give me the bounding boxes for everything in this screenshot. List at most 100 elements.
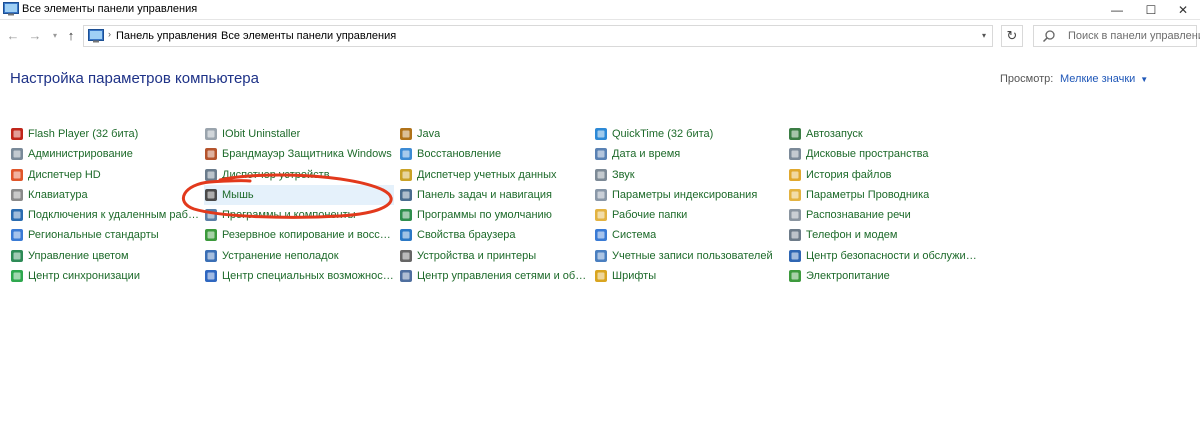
control-panel-item[interactable]: Flash Player (32 бита): [10, 124, 200, 144]
control-panel-item[interactable]: Центр специальных возможностей: [204, 266, 394, 286]
control-panel-item[interactable]: Устранение неполадок: [204, 246, 394, 266]
control-panel-item[interactable]: Автозапуск: [788, 124, 978, 144]
control-panel-item[interactable]: Резервное копирование и восстан...: [204, 225, 394, 245]
control-panel-item-label[interactable]: Звук: [612, 169, 635, 181]
control-panel-item-label[interactable]: Дисковые пространства: [806, 148, 929, 160]
forward-arrow-icon[interactable]: →: [26, 26, 44, 44]
control-panel-item[interactable]: История файлов: [788, 165, 978, 185]
control-panel-item[interactable]: Звук: [594, 165, 784, 185]
breadcrumb-all-items[interactable]: Все элементы панели управления: [221, 30, 396, 42]
control-panel-item[interactable]: Управление цветом: [10, 246, 200, 266]
control-panel-item-label[interactable]: Шрифты: [612, 270, 656, 282]
control-panel-item-label[interactable]: Свойства браузера: [417, 229, 516, 241]
address-bar[interactable]: › Панель управления › Все элементы панел…: [83, 25, 993, 47]
control-panel-item-label[interactable]: Восстановление: [417, 148, 501, 160]
control-panel-item[interactable]: Телефон и модем: [788, 225, 978, 245]
control-panel-item-label[interactable]: Клавиатура: [28, 189, 88, 201]
minimize-button[interactable]: —: [1100, 0, 1134, 20]
control-panel-item[interactable]: Центр безопасности и обслуживан...: [788, 246, 978, 266]
control-panel-item-label[interactable]: История файлов: [806, 169, 892, 181]
view-by-dropdown[interactable]: Мелкие значки ▼: [1060, 73, 1148, 85]
control-panel-item[interactable]: Распознавание речи: [788, 205, 978, 225]
work-folders-icon: [595, 209, 607, 222]
control-panel-item[interactable]: Подключения к удаленным рабоч...: [10, 205, 200, 225]
control-panel-item[interactable]: Диспетчер учетных данных: [399, 165, 589, 185]
control-panel-item[interactable]: Центр синхронизации: [10, 266, 200, 286]
control-panel-item[interactable]: Система: [594, 225, 784, 245]
control-panel-item-label[interactable]: Центр синхронизации: [28, 270, 140, 282]
control-panel-item-label[interactable]: Параметры Проводника: [806, 189, 929, 201]
control-panel-item[interactable]: Администрирование: [10, 144, 200, 164]
control-panel-item-label[interactable]: Система: [612, 229, 656, 241]
control-panel-item[interactable]: Параметры индексирования: [594, 185, 784, 205]
control-panel-item-label[interactable]: Центр специальных возможностей: [222, 270, 394, 282]
address-dropdown-icon[interactable]: ▾: [982, 31, 986, 40]
programs-icon: [205, 209, 217, 222]
control-panel-item-label[interactable]: Диспетчер устройств: [222, 169, 330, 181]
control-panel-item-label[interactable]: Параметры индексирования: [612, 189, 757, 201]
control-panel-item[interactable]: Центр управления сетями и общи...: [399, 266, 589, 286]
up-arrow-icon[interactable]: ↑: [62, 26, 80, 44]
control-panel-item-label[interactable]: Автозапуск: [806, 128, 863, 140]
control-panel-item-label[interactable]: Диспетчер учетных данных: [417, 169, 557, 181]
control-panel-item-label[interactable]: Устройства и принтеры: [417, 250, 536, 262]
control-panel-item-label[interactable]: Подключения к удаленным рабоч...: [28, 209, 200, 221]
refresh-button[interactable]: ↻: [1001, 25, 1023, 47]
control-panel-item[interactable]: Шрифты: [594, 266, 784, 286]
back-arrow-icon[interactable]: ←: [4, 26, 22, 44]
control-panel-item-label[interactable]: Программы и компоненты: [222, 209, 356, 221]
control-panel-item[interactable]: Дисковые пространства: [788, 144, 978, 164]
control-panel-item-label[interactable]: Региональные стандарты: [28, 229, 159, 241]
control-panel-item-label[interactable]: Управление цветом: [28, 250, 129, 262]
control-panel-item-label[interactable]: Панель задач и навигация: [417, 189, 552, 201]
control-panel-item[interactable]: Диспетчер HD: [10, 165, 200, 185]
control-panel-item-label[interactable]: Брандмауэр Защитника Windows: [222, 148, 392, 160]
control-panel-item-label[interactable]: Программы по умолчанию: [417, 209, 552, 221]
control-panel-item[interactable]: Программы по умолчанию: [399, 205, 589, 225]
control-panel-item[interactable]: Мышь: [204, 184, 394, 205]
control-panel-item[interactable]: Свойства браузера: [399, 225, 589, 245]
control-panel-item[interactable]: Программы и компоненты: [204, 205, 394, 225]
control-panel-item[interactable]: Восстановление: [399, 144, 589, 164]
control-panel-item[interactable]: Клавиатура: [10, 185, 200, 205]
maximize-button[interactable]: ☐: [1134, 0, 1168, 20]
control-panel-item-label[interactable]: Распознавание речи: [806, 209, 911, 221]
control-panel-item-label[interactable]: Java: [417, 128, 440, 140]
breadcrumb-control-panel[interactable]: Панель управления: [116, 30, 217, 42]
control-panel-item-label[interactable]: Дата и время: [612, 148, 680, 160]
control-panel-item[interactable]: Брандмауэр Защитника Windows: [204, 144, 394, 164]
breadcrumb-separator-icon[interactable]: ›: [108, 29, 111, 39]
control-panel-item[interactable]: Устройства и принтеры: [399, 246, 589, 266]
control-panel-item[interactable]: Java: [399, 124, 589, 144]
control-panel-item[interactable]: Рабочие папки: [594, 205, 784, 225]
control-panel-item-label[interactable]: Учетные записи пользователей: [612, 250, 773, 262]
control-panel-item[interactable]: Панель задач и навигация: [399, 185, 589, 205]
control-panel-item-label[interactable]: IObit Uninstaller: [222, 128, 300, 140]
control-panel-item[interactable]: Учетные записи пользователей: [594, 246, 784, 266]
control-panel-item-label[interactable]: Диспетчер HD: [28, 169, 101, 181]
storage-spaces-icon: [789, 148, 801, 161]
control-panel-item[interactable]: Региональные стандарты: [10, 225, 200, 245]
control-panel-item[interactable]: IObit Uninstaller: [204, 124, 394, 144]
search-box[interactable]: Поиск в панели управления: [1033, 25, 1200, 47]
control-panel-item[interactable]: Диспетчер устройств: [204, 165, 394, 185]
control-panel-item-label[interactable]: Электропитание: [806, 270, 890, 282]
control-panel-item-label[interactable]: Flash Player (32 бита): [28, 128, 138, 140]
control-panel-item[interactable]: Параметры Проводника: [788, 185, 978, 205]
control-panel-item-label[interactable]: QuickTime (32 бита): [612, 128, 713, 140]
breadcrumb-separator-icon[interactable]: ›: [208, 29, 211, 39]
control-panel-item-label[interactable]: Телефон и модем: [806, 229, 897, 241]
dropdown-caret-icon[interactable]: ▼: [1140, 75, 1148, 84]
control-panel-item-label[interactable]: Центр управления сетями и общи...: [417, 270, 589, 282]
view-by-value[interactable]: Мелкие значки: [1060, 73, 1135, 85]
control-panel-item-label[interactable]: Центр безопасности и обслуживан...: [806, 250, 978, 262]
control-panel-item-label[interactable]: Резервное копирование и восстан...: [222, 229, 394, 241]
control-panel-item[interactable]: Электропитание: [788, 266, 978, 286]
control-panel-item[interactable]: Дата и время: [594, 144, 784, 164]
control-panel-item-label[interactable]: Устранение неполадок: [222, 250, 339, 262]
control-panel-item[interactable]: QuickTime (32 бита): [594, 124, 784, 144]
close-button[interactable]: ✕: [1166, 0, 1200, 20]
control-panel-item-label[interactable]: Администрирование: [28, 148, 133, 160]
control-panel-item-label[interactable]: Рабочие папки: [612, 209, 687, 221]
control-panel-item-label[interactable]: Мышь: [222, 189, 254, 201]
